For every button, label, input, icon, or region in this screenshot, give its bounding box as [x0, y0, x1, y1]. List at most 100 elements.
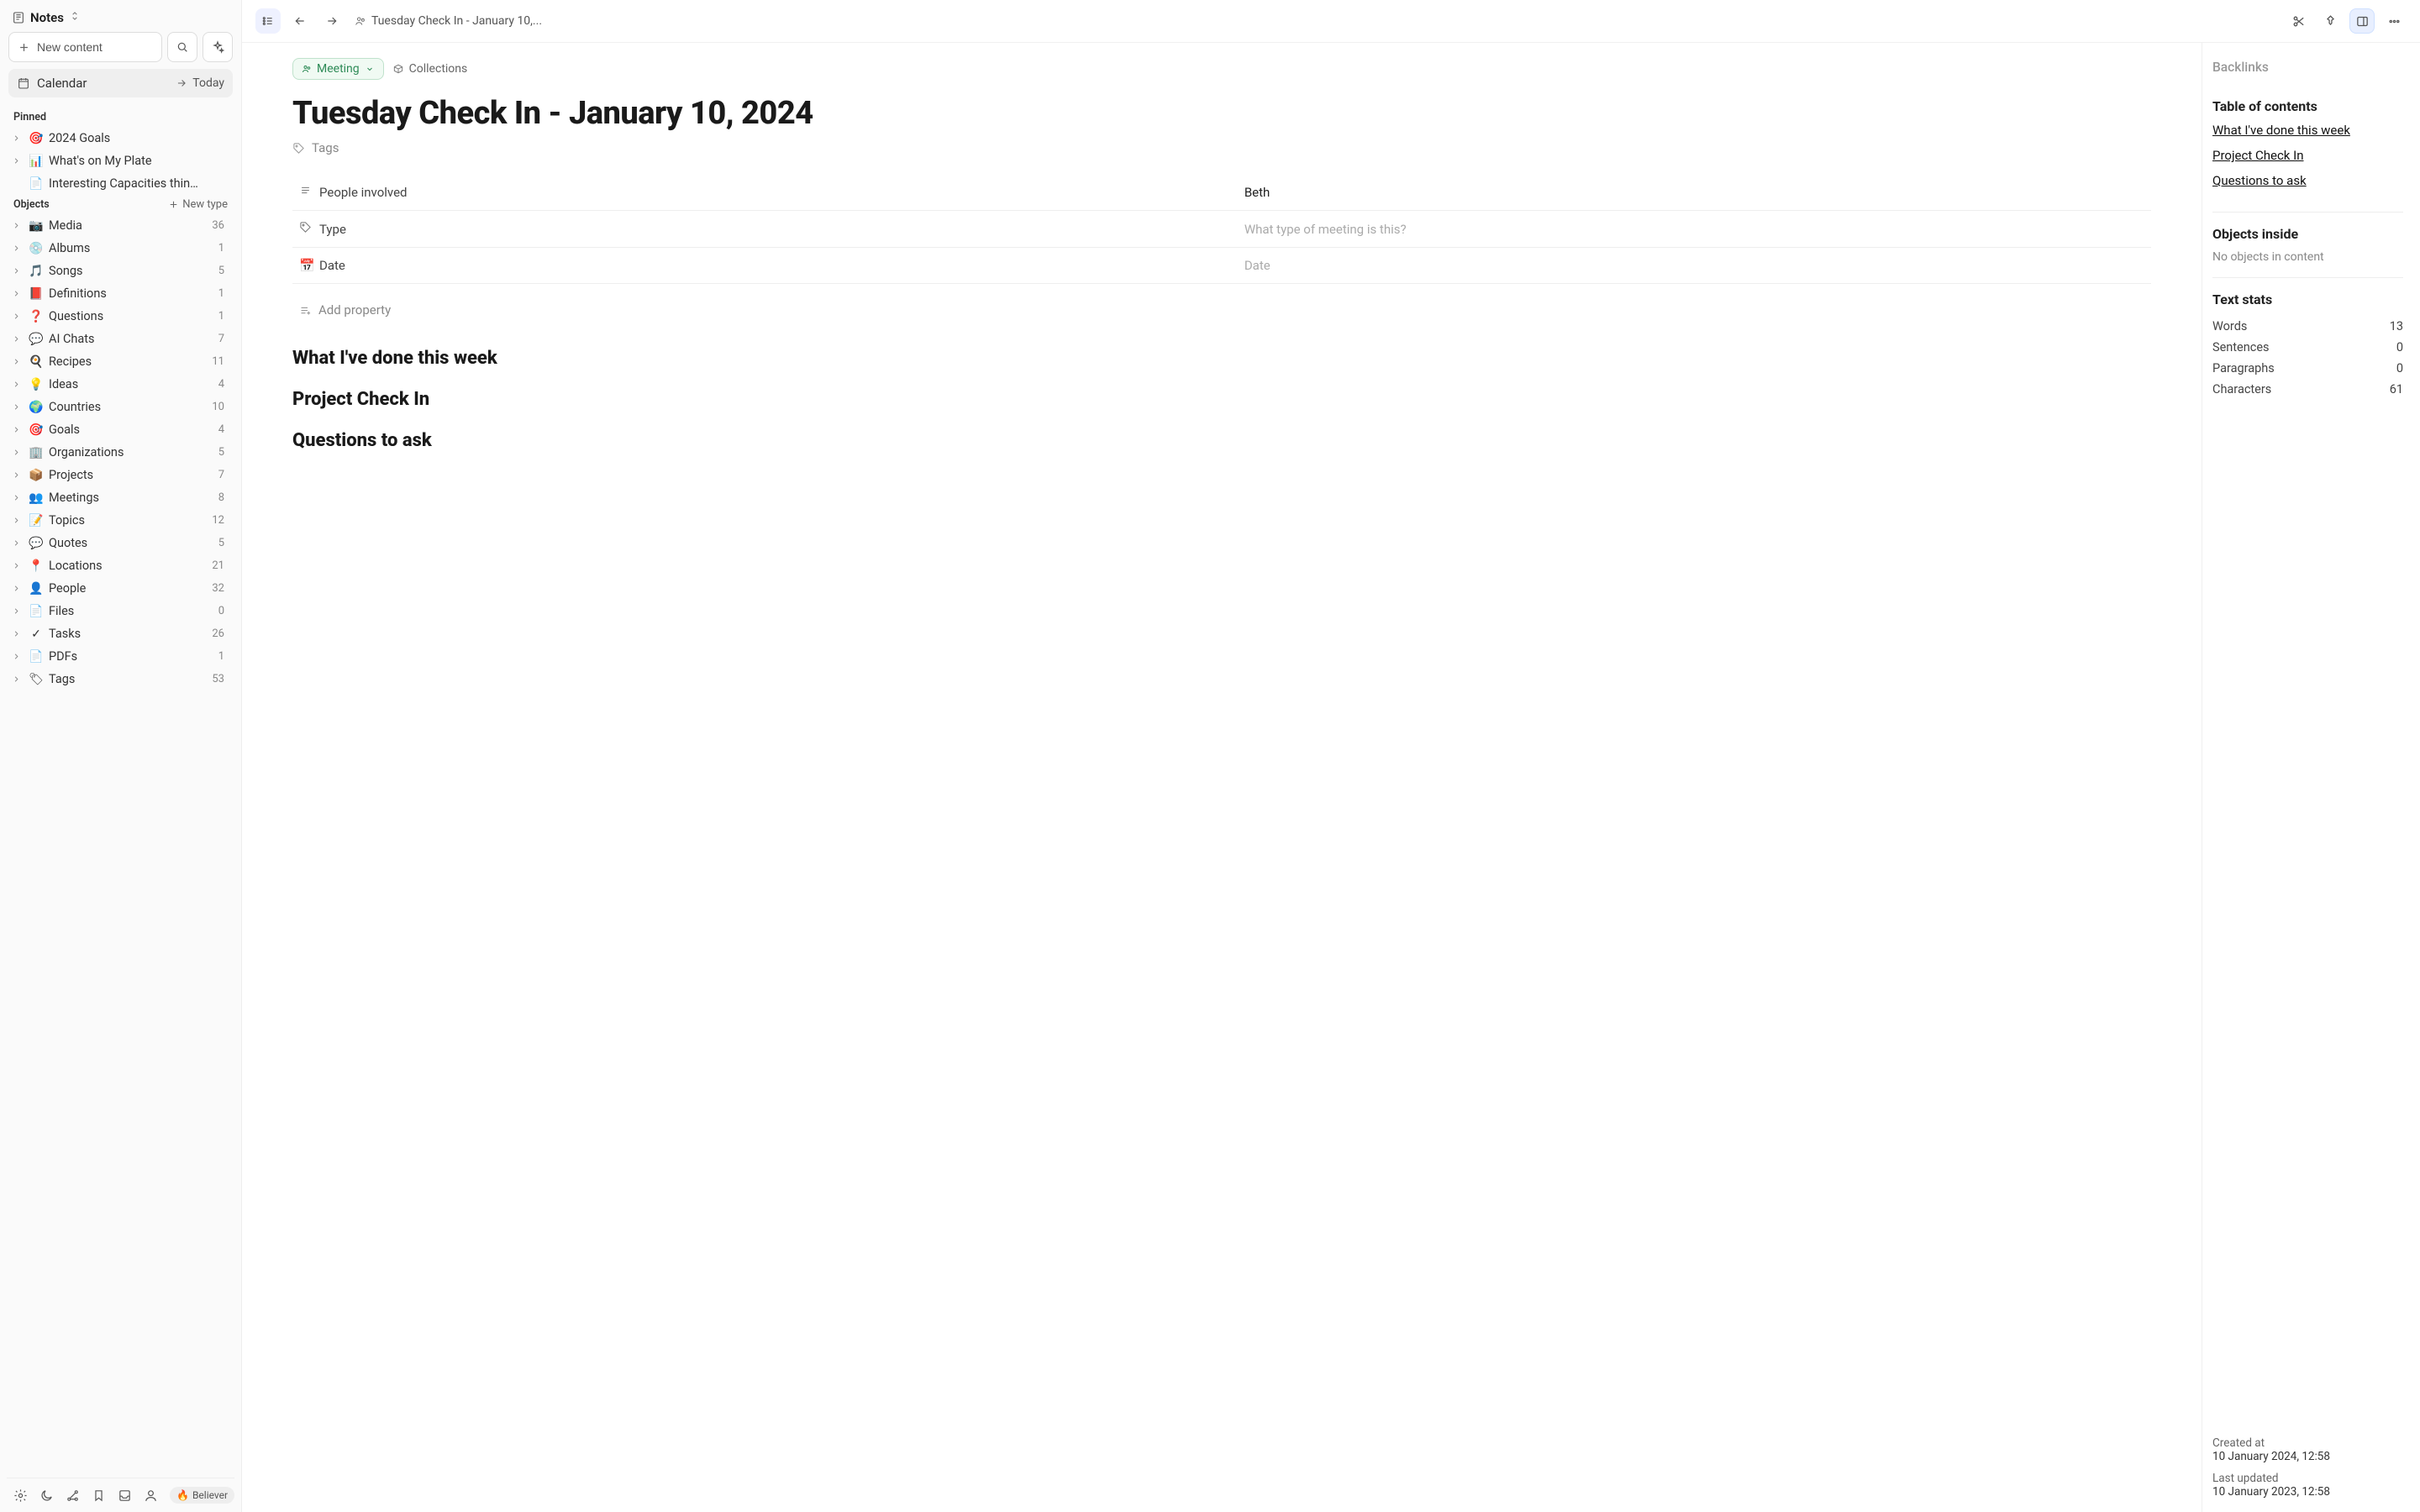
- graph-button[interactable]: [66, 1488, 80, 1503]
- item-count: 1: [218, 310, 228, 323]
- new-content-button[interactable]: New content: [8, 32, 162, 62]
- rightpanel-toggle[interactable]: [2349, 8, 2375, 34]
- item-icon: 👤: [29, 582, 44, 596]
- chevron-right-icon[interactable]: [8, 629, 24, 638]
- sidebar-object-item[interactable]: 💬Quotes5: [7, 532, 234, 554]
- collections-button[interactable]: Collections: [392, 62, 468, 76]
- pinned-item[interactable]: 📊What's on My Plate: [7, 150, 234, 172]
- chevron-right-icon[interactable]: [8, 380, 24, 389]
- inbox-button[interactable]: [118, 1488, 132, 1503]
- add-property-button[interactable]: Add property: [292, 292, 2151, 328]
- chevron-right-icon[interactable]: [8, 561, 24, 570]
- sidebar-object-item[interactable]: ❓Questions1: [7, 305, 234, 328]
- account-button[interactable]: [144, 1488, 158, 1503]
- more-button[interactable]: [2381, 8, 2407, 34]
- pinned-item[interactable]: 🎯2024 Goals: [7, 127, 234, 150]
- sidebar-object-item[interactable]: 🎵Songs5: [7, 260, 234, 282]
- settings-button[interactable]: [13, 1488, 28, 1503]
- chevron-right-icon[interactable]: [8, 606, 24, 616]
- toc-item[interactable]: Questions to ask: [2212, 173, 2403, 188]
- item-count: 11: [212, 355, 228, 368]
- chevron-right-icon[interactable]: [8, 289, 24, 298]
- chevron-right-icon[interactable]: [8, 402, 24, 412]
- breadcrumb[interactable]: Tuesday Check In - January 10,...: [355, 14, 542, 28]
- item-icon: 💿: [29, 242, 44, 255]
- bookmark-footer-button[interactable]: [92, 1488, 106, 1503]
- tags-field[interactable]: Tags: [292, 140, 2151, 155]
- chevron-right-icon[interactable]: [8, 312, 24, 321]
- chevron-right-icon[interactable]: [8, 425, 24, 434]
- toc-item[interactable]: What I've done this week: [2212, 123, 2403, 138]
- ai-sparkle-button[interactable]: [203, 32, 233, 62]
- property-placeholder[interactable]: What type of meeting is this?: [1244, 222, 1407, 237]
- nav-forward-button[interactable]: [319, 8, 345, 34]
- chevron-right-icon[interactable]: [8, 652, 24, 661]
- add-property-label: Add property: [318, 302, 391, 318]
- chevron-right-icon[interactable]: [8, 134, 24, 143]
- sidebar-object-item[interactable]: 📄Files0: [7, 600, 234, 622]
- chevron-right-icon[interactable]: [8, 221, 24, 230]
- sidebar-object-item[interactable]: 📍Locations21: [7, 554, 234, 577]
- chevron-right-icon[interactable]: [8, 448, 24, 457]
- chevron-right-icon[interactable]: [8, 244, 24, 253]
- property-value[interactable]: Beth: [1244, 185, 1270, 200]
- stat-value: 0: [2396, 361, 2403, 375]
- sidebar-object-item[interactable]: 🎯Goals4: [7, 418, 234, 441]
- meeting-icon: [355, 15, 366, 27]
- sidebar-object-item[interactable]: 🍳Recipes11: [7, 350, 234, 373]
- item-label: Tags: [49, 672, 207, 686]
- chevron-right-icon[interactable]: [8, 357, 24, 366]
- calendar-nav[interactable]: Calendar Today: [8, 69, 233, 97]
- property-key[interactable]: 📅Date: [299, 258, 467, 273]
- sidebar-object-item[interactable]: 🌍Countries10: [7, 396, 234, 418]
- chevron-right-icon[interactable]: [8, 266, 24, 276]
- sidebar-object-item[interactable]: 🏢Organizations5: [7, 441, 234, 464]
- property-key[interactable]: Type: [299, 221, 467, 237]
- chevron-right-icon[interactable]: [8, 493, 24, 502]
- pin-button[interactable]: [2317, 8, 2343, 34]
- section-heading[interactable]: Questions to ask: [292, 430, 2151, 451]
- item-icon: 📄: [29, 177, 44, 191]
- chevron-right-icon[interactable]: [8, 516, 24, 525]
- chevron-right-icon[interactable]: [8, 675, 24, 684]
- theme-toggle[interactable]: [39, 1488, 54, 1503]
- workspace-switcher[interactable]: Notes: [12, 10, 64, 25]
- believer-badge[interactable]: 🔥 Believer: [170, 1487, 234, 1504]
- sidebar-object-item[interactable]: 📦Projects7: [7, 464, 234, 486]
- sidebar-object-item[interactable]: 💬AI Chats7: [7, 328, 234, 350]
- collections-label: Collections: [409, 62, 468, 76]
- nav-back-button[interactable]: [287, 8, 313, 34]
- cut-button[interactable]: [2286, 8, 2311, 34]
- sidebar-object-item[interactable]: 💡Ideas4: [7, 373, 234, 396]
- sidebar-object-item[interactable]: 👤People32: [7, 577, 234, 600]
- chevron-updown-icon[interactable]: [69, 10, 81, 25]
- outline-toggle[interactable]: [255, 8, 281, 34]
- sidebar-object-item[interactable]: 🏷Tags53: [7, 668, 234, 690]
- page-title[interactable]: Tuesday Check In - January 10, 2024: [292, 95, 2151, 132]
- sidebar-object-item[interactable]: 📷Media36: [7, 214, 234, 237]
- chevron-right-icon[interactable]: [8, 538, 24, 548]
- sidebar-object-item[interactable]: 💿Albums1: [7, 237, 234, 260]
- chevron-right-icon[interactable]: [8, 470, 24, 480]
- sidebar-object-item[interactable]: 📄PDFs1: [7, 645, 234, 668]
- item-icon: 👥: [29, 491, 44, 505]
- toc-item[interactable]: Project Check In: [2212, 148, 2403, 163]
- type-pill-meeting[interactable]: Meeting: [292, 58, 384, 80]
- sidebar-object-item[interactable]: ✓Tasks26: [7, 622, 234, 645]
- new-type-button[interactable]: New type: [168, 198, 228, 211]
- sidebar-object-item[interactable]: 📕Definitions1: [7, 282, 234, 305]
- item-count: 26: [212, 627, 228, 640]
- property-key[interactable]: People involved: [299, 184, 467, 200]
- sidebar-object-item[interactable]: 📝Topics12: [7, 509, 234, 532]
- section-heading[interactable]: Project Check In: [292, 389, 2151, 410]
- backlinks-section[interactable]: Backlinks: [2212, 60, 2403, 75]
- search-button[interactable]: [167, 32, 197, 62]
- chevron-right-icon[interactable]: [8, 584, 24, 593]
- section-heading[interactable]: What I've done this week: [292, 348, 2151, 369]
- pinned-item[interactable]: 📄Interesting Capacities thin…: [7, 172, 234, 195]
- property-placeholder[interactable]: Date: [1244, 258, 1270, 273]
- chevron-right-icon[interactable]: [8, 156, 24, 165]
- item-count: 1: [218, 650, 228, 663]
- sidebar-object-item[interactable]: 👥Meetings8: [7, 486, 234, 509]
- chevron-right-icon[interactable]: [8, 334, 24, 344]
